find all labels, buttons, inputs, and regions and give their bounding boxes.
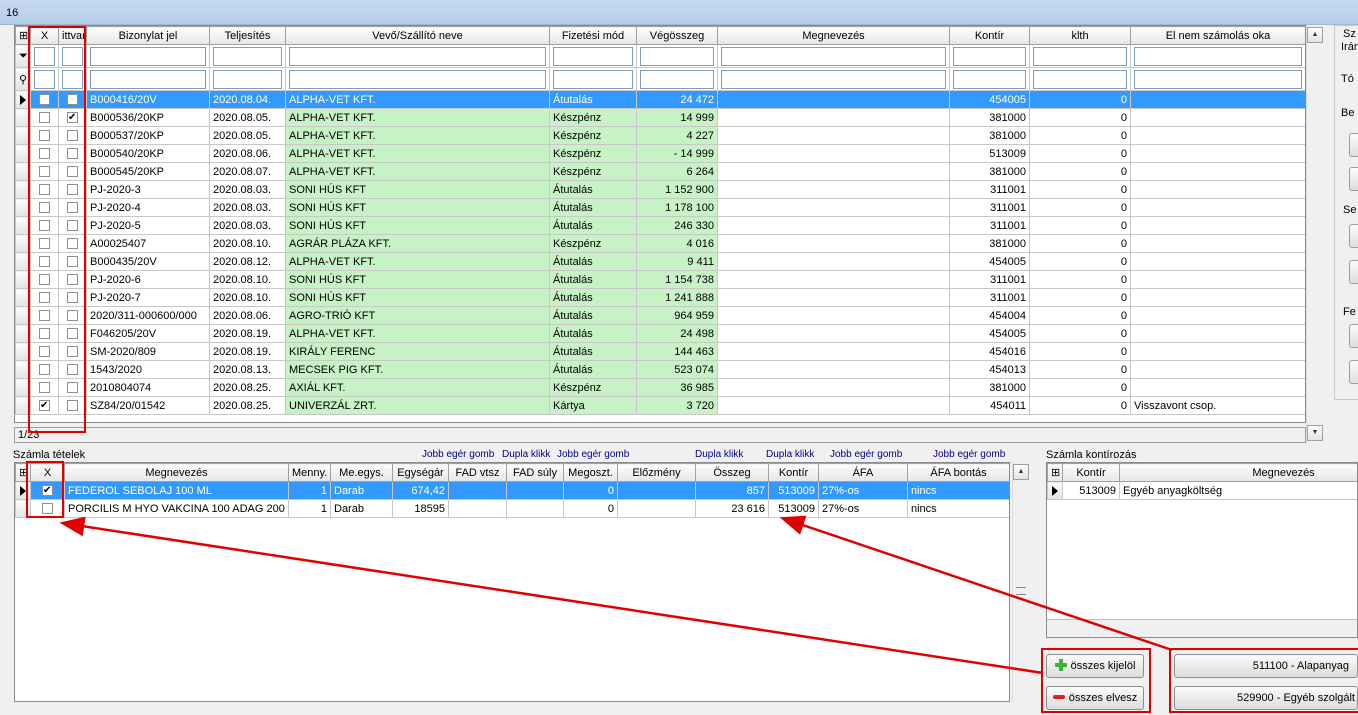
arrow-to-item-kontir <box>779 515 1173 652</box>
annotation-arrows <box>59 515 1173 675</box>
arrow-to-item-checkboxes <box>59 516 1044 675</box>
